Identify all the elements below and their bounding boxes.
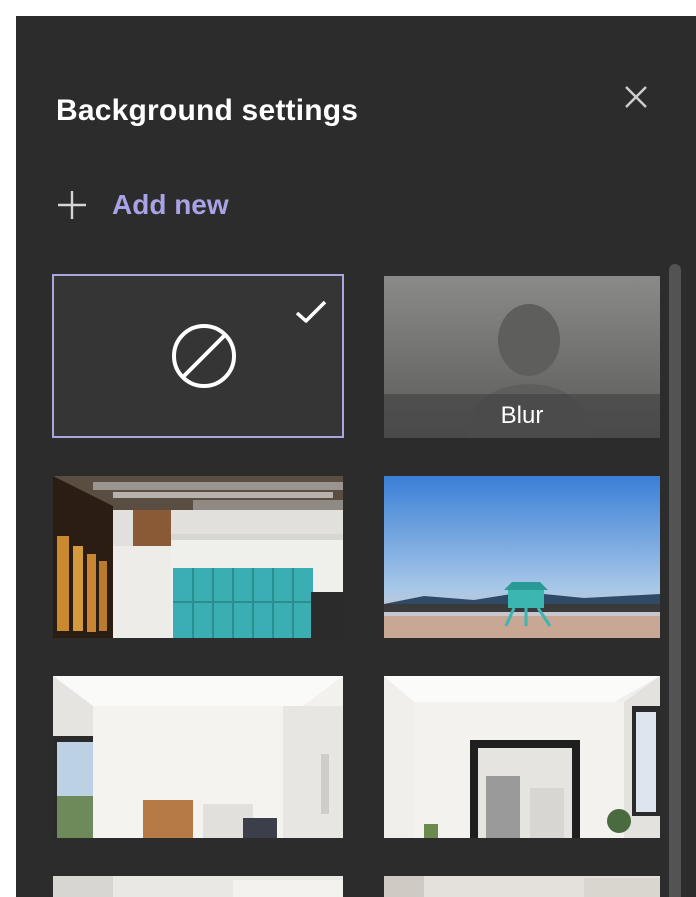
white-room-window-image	[53, 676, 343, 838]
background-room-mirror-tile[interactable]	[384, 676, 660, 838]
background-settings-panel: Background settings Add new Blur	[16, 16, 696, 897]
background-partial-tile-right[interactable]	[384, 876, 660, 897]
background-blur-tile[interactable]: Blur	[384, 276, 660, 438]
add-new-button[interactable]: Add new	[56, 188, 229, 222]
background-partial-tile-left[interactable]	[53, 876, 343, 897]
close-button[interactable]	[619, 80, 653, 114]
vertical-scrollbar[interactable]	[669, 264, 681, 897]
close-icon	[625, 86, 647, 108]
blur-label: Blur	[500, 402, 544, 429]
partial-background-image	[53, 876, 343, 897]
panel-title: Background settings	[56, 94, 359, 127]
background-none-tile[interactable]	[52, 274, 344, 438]
checkmark-icon	[295, 300, 327, 323]
background-office-tile[interactable]	[53, 476, 343, 638]
add-new-label: Add new	[112, 189, 229, 220]
white-room-mirror-image	[384, 676, 660, 838]
ban-icon	[172, 324, 236, 388]
background-beach-tile[interactable]	[384, 476, 660, 638]
beach-lifeguard-image	[384, 476, 660, 638]
partial-background-image	[384, 876, 660, 897]
plus-icon	[58, 191, 86, 219]
office-lockers-image	[53, 476, 343, 638]
background-room-window-tile[interactable]	[53, 676, 343, 838]
